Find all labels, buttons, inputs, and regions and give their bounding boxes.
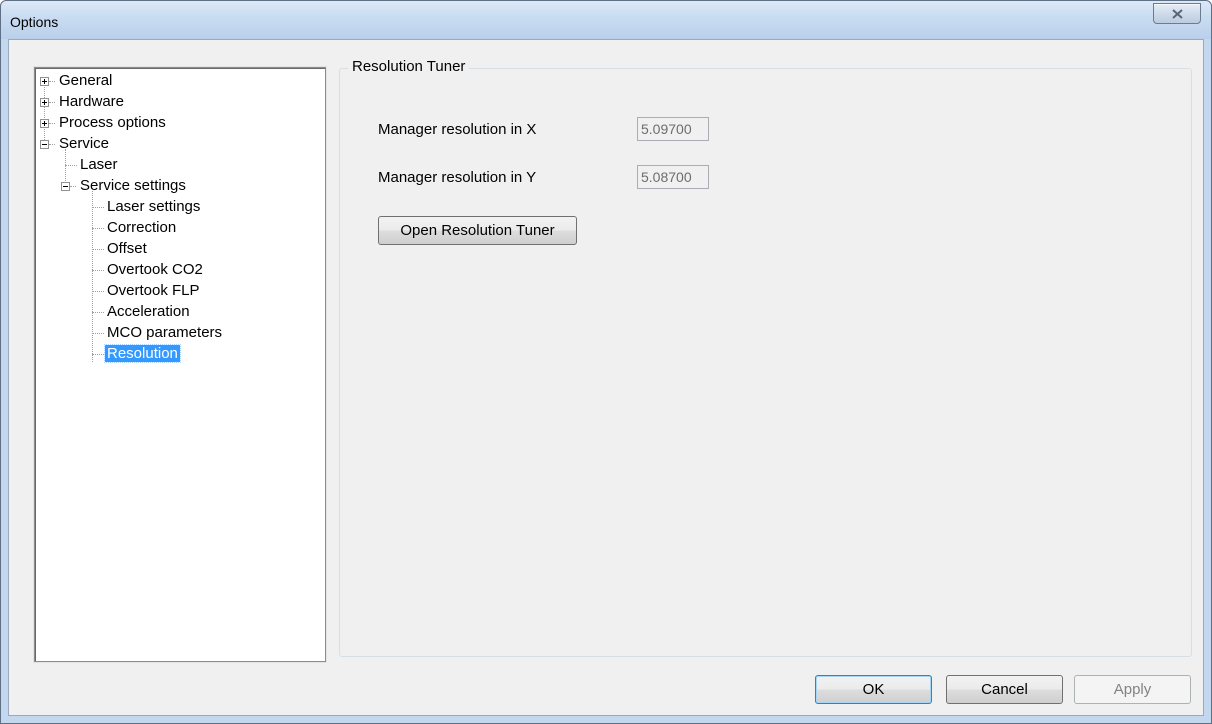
group-title: Resolution Tuner — [348, 58, 470, 75]
apply-button[interactable]: Apply — [1074, 675, 1191, 704]
resolution-tuner-group: Resolution Tuner Manager resolution in X… — [339, 58, 1192, 657]
tree-item-service-settings[interactable]: Service settings — [78, 176, 188, 196]
close-icon — [1172, 9, 1183, 19]
tree-item-resolution[interactable]: Resolution — [104, 344, 181, 364]
resolution-x-field: 5.09700 — [637, 117, 709, 141]
tree-item-correction[interactable]: Correction — [105, 218, 178, 238]
tree-item-service[interactable]: Service — [57, 134, 111, 154]
tree-item-process-options[interactable]: Process options — [57, 113, 168, 133]
options-tree[interactable]: General Hardware Process options Service… — [34, 67, 326, 662]
tree-item-overtook-co2[interactable]: Overtook CO2 — [105, 260, 205, 280]
cancel-button[interactable]: Cancel — [946, 675, 1063, 704]
resolution-y-field: 5.08700 — [637, 165, 709, 189]
tree-item-laser-settings[interactable]: Laser settings — [105, 197, 202, 217]
expand-icon[interactable] — [40, 77, 49, 86]
open-resolution-tuner-button[interactable]: Open Resolution Tuner — [378, 216, 577, 245]
window-title: Options — [10, 14, 59, 30]
tree-item-mco-parameters[interactable]: MCO parameters — [105, 323, 224, 343]
tree-item-overtook-flp[interactable]: Overtook FLP — [105, 281, 202, 301]
resolution-x-label: Manager resolution in X — [378, 121, 537, 138]
selected-tree-label: Resolution — [104, 344, 181, 363]
title-bar: Options — [1, 1, 1211, 39]
tree-item-offset[interactable]: Offset — [105, 239, 149, 259]
tree-item-general[interactable]: General — [57, 71, 114, 91]
tree-item-hardware[interactable]: Hardware — [57, 92, 126, 112]
expand-icon[interactable] — [40, 98, 49, 107]
close-button[interactable] — [1153, 3, 1201, 24]
tree-item-laser[interactable]: Laser — [78, 155, 120, 175]
expand-icon[interactable] — [40, 119, 49, 128]
dialog-client-area: General Hardware Process options Service… — [8, 39, 1204, 716]
resolution-y-label: Manager resolution in Y — [378, 169, 537, 186]
collapse-icon[interactable] — [61, 182, 70, 191]
collapse-icon[interactable] — [40, 140, 49, 149]
tree-item-acceleration[interactable]: Acceleration — [105, 302, 192, 322]
options-dialog: Options General Hardware Process options… — [0, 0, 1212, 724]
ok-button[interactable]: OK — [815, 675, 932, 704]
